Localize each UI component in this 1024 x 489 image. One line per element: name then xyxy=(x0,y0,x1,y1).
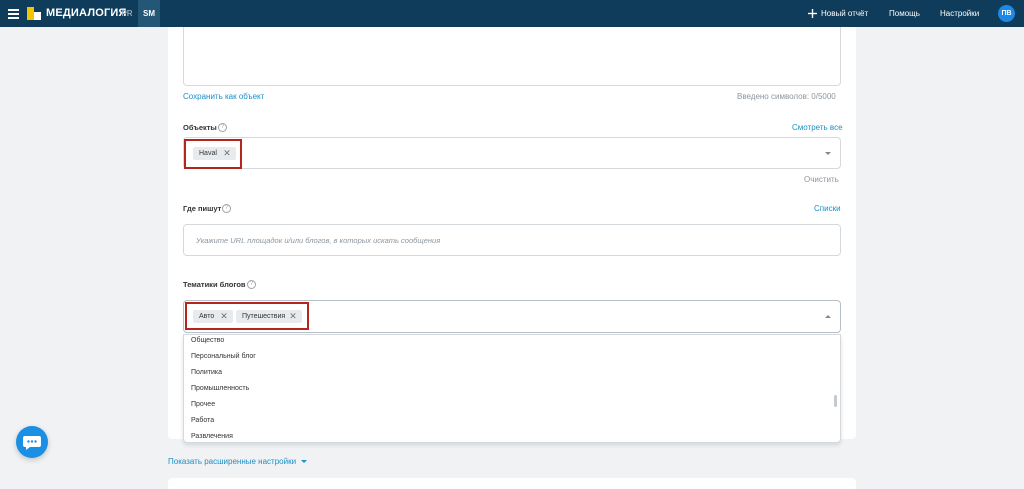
sources-placeholder: Укажите URL площадок и/или блогов, в кот… xyxy=(196,236,441,245)
list-item[interactable]: Персональный блог xyxy=(191,353,256,360)
avatar[interactable]: ПВ xyxy=(998,5,1015,22)
medialogia-logo-icon xyxy=(27,7,41,20)
new-report-button[interactable]: Новый отчёт xyxy=(821,0,868,27)
show-advanced-label: Показать расширенные настройки xyxy=(168,457,297,466)
help-link[interactable]: Помощь xyxy=(889,0,920,27)
show-advanced-settings-link[interactable]: Показать расширенные настройки xyxy=(168,457,308,466)
list-item[interactable]: Развлечения xyxy=(191,433,233,440)
highlight-box xyxy=(184,139,242,169)
save-as-object-link[interactable]: Сохранить как объект xyxy=(183,92,264,101)
chevron-down-icon xyxy=(301,460,308,463)
query-textarea[interactable] xyxy=(183,27,841,86)
view-all-link[interactable]: Смотреть все xyxy=(792,123,843,132)
list-item[interactable]: Прочее xyxy=(191,401,215,408)
next-card xyxy=(168,478,856,489)
settings-link[interactable]: Настройки xyxy=(940,0,979,27)
tab-sm[interactable]: SM xyxy=(138,0,160,27)
lists-link[interactable]: Списки xyxy=(814,204,841,213)
chat-button[interactable] xyxy=(16,426,48,458)
scrollbar-thumb[interactable] xyxy=(834,395,837,407)
where-help-icon[interactable]: ? xyxy=(222,204,231,213)
list-item[interactable]: Работа xyxy=(191,417,214,424)
chat-bubble-icon xyxy=(23,436,41,450)
objects-help-icon[interactable]: ? xyxy=(218,123,227,132)
topics-label: Тематики блогов xyxy=(183,280,246,289)
tab-pr[interactable]: PR xyxy=(116,0,138,27)
list-item[interactable]: Политика xyxy=(191,369,222,376)
objects-select[interactable] xyxy=(183,137,841,169)
chevron-down-icon[interactable] xyxy=(825,152,831,155)
list-item[interactable]: Промышленность xyxy=(191,385,249,392)
list-item[interactable]: Общество xyxy=(191,337,224,344)
clear-link[interactable]: Очистить xyxy=(804,175,839,184)
highlight-box xyxy=(185,302,309,330)
where-label: Где пишут xyxy=(183,204,222,213)
plus-icon[interactable] xyxy=(808,9,817,18)
topics-help-icon[interactable]: ? xyxy=(247,280,256,289)
top-navigation-bar: МЕДИАЛОГИЯ PR SM Новый отчёт Помощь Наст… xyxy=(0,0,1024,27)
menu-icon[interactable] xyxy=(8,9,19,19)
objects-label: Объекты xyxy=(183,123,217,132)
topics-dropdown[interactable]: Общество Персональный блог Политика Пром… xyxy=(183,334,841,443)
chevron-up-icon[interactable] xyxy=(825,315,831,318)
char-counter: Введено символов: 0/5000 xyxy=(737,92,836,101)
brand-name[interactable]: МЕДИАЛОГИЯ xyxy=(46,7,127,19)
